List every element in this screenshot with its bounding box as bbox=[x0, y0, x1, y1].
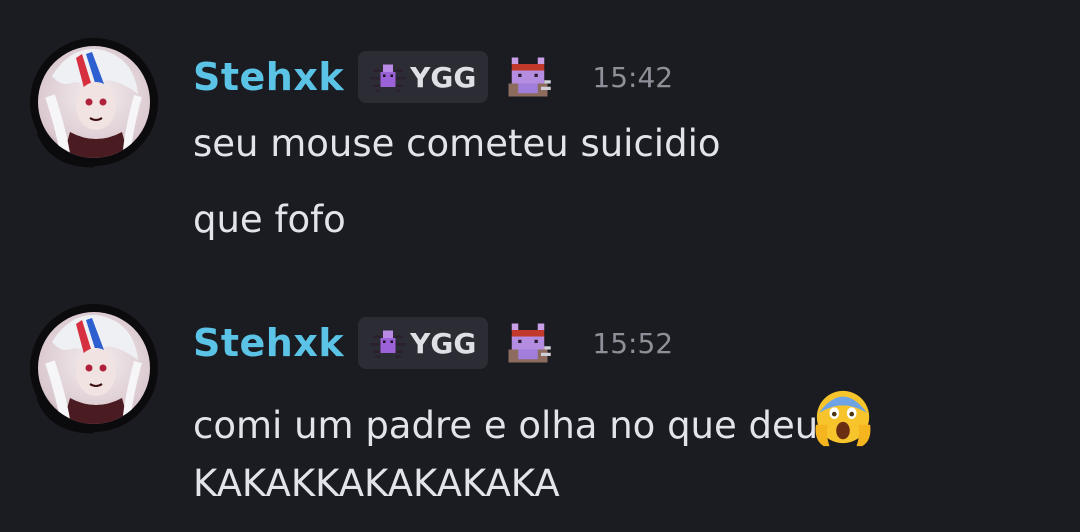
message-timestamp[interactable]: 15:52 bbox=[592, 327, 673, 360]
message-text: comi um padre e olha no que deu bbox=[193, 404, 819, 447]
screaming-face-emoji bbox=[815, 390, 871, 447]
message-content: seu mouse cometeu suicidio bbox=[193, 122, 721, 165]
guild-tag-label: YGG bbox=[410, 60, 477, 94]
username[interactable]: Stehxk bbox=[193, 49, 344, 105]
message-content: KAKAKKAKAKAKAKA bbox=[193, 462, 560, 505]
pixel-creature-icon bbox=[508, 323, 552, 363]
guild-tag[interactable]: YGG bbox=[358, 51, 489, 103]
message-header: Stehxk YGG bbox=[193, 49, 673, 105]
spider-icon bbox=[370, 330, 406, 358]
message-content: que fofo bbox=[193, 198, 346, 241]
username[interactable]: Stehxk bbox=[193, 315, 344, 371]
pixel-creature-icon bbox=[508, 57, 552, 97]
message-timestamp[interactable]: 15:42 bbox=[592, 61, 673, 94]
guild-tag[interactable]: YGG bbox=[358, 317, 489, 369]
spider-icon bbox=[370, 64, 406, 92]
message-header: Stehxk YGG bbox=[193, 315, 673, 371]
user-avatar[interactable] bbox=[22, 302, 170, 434]
chat-view: Stehxk YGG 15:42 seu mouse cometeu suici… bbox=[0, 0, 1080, 532]
user-avatar[interactable] bbox=[22, 36, 170, 168]
guild-tag-label: YGG bbox=[410, 326, 477, 360]
message-content: comi um padre e olha no que deu bbox=[193, 386, 874, 450]
